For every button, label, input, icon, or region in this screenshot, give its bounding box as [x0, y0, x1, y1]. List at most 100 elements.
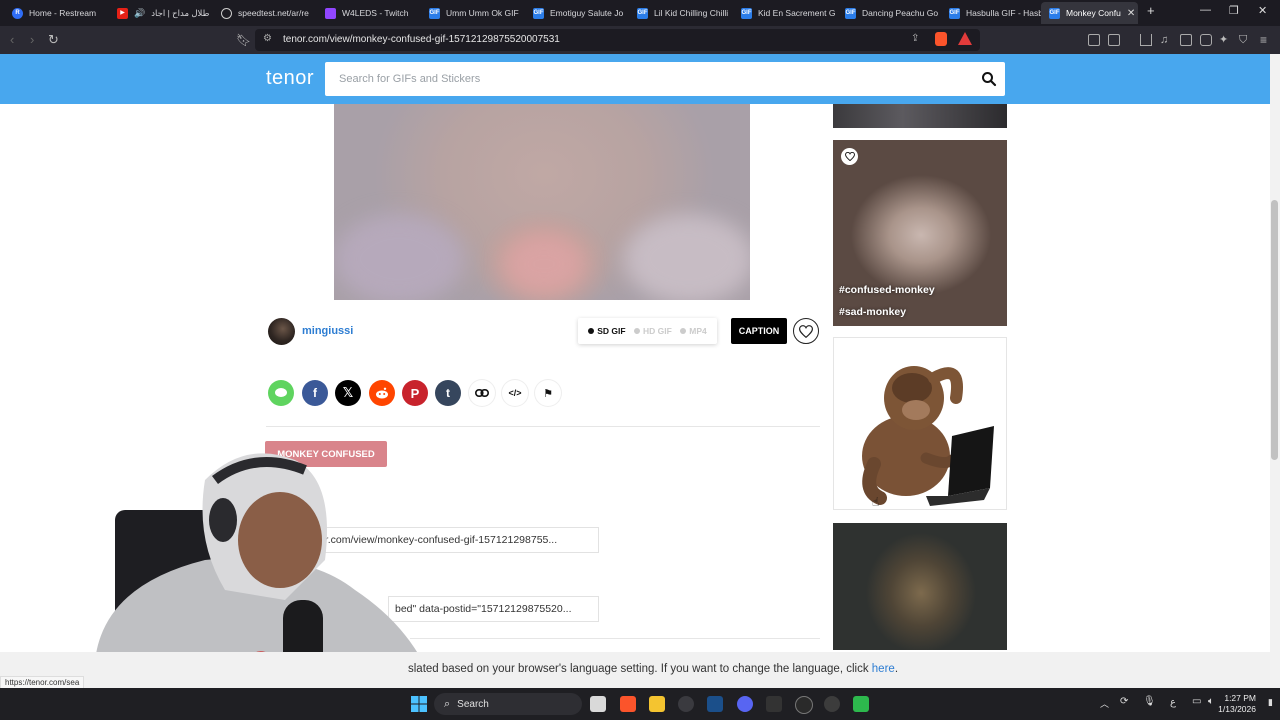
browser-nav-bar: ‹ › ↻ 🔖︎ ⚙︎ tenor.com/view/monkey-confus…	[0, 26, 1280, 54]
format-sd-gif[interactable]: SD GIF	[588, 326, 626, 336]
gif-blur-shape	[334, 214, 464, 300]
reddit-alien-shape	[376, 387, 388, 399]
related-gif[interactable]	[833, 523, 1007, 650]
downloads-icon[interactable]	[1140, 34, 1152, 46]
taskbar-search[interactable]: ⌕ Search	[434, 693, 582, 715]
network-icon[interactable]: ▭	[1192, 696, 1201, 707]
related-tag[interactable]: #confused-monkey	[839, 284, 935, 296]
embed-icon[interactable]: </>	[502, 380, 528, 406]
change-language-link[interactable]: here	[872, 663, 895, 675]
app-icon[interactable]	[824, 696, 840, 712]
page-scrollbar-thumb[interactable]	[1271, 200, 1278, 460]
forward-icon[interactable]: ›	[30, 32, 34, 48]
related-gif[interactable]: ☝︎	[833, 337, 1007, 510]
wallet-icon[interactable]	[1108, 34, 1120, 46]
speaker-icon[interactable]: 🔊	[134, 8, 145, 19]
tab-gif[interactable]: GIF Dancing Peachu Go	[837, 2, 941, 24]
app-icon[interactable]	[853, 696, 869, 712]
tab-title: Monkey Confu	[1066, 8, 1121, 18]
tab-twitch[interactable]: W4LEDS - Twitch	[317, 2, 421, 24]
tab-title: Hasbulla GIF - Hasb	[966, 8, 1041, 18]
tab-gif[interactable]: GIF Umm Umm Ok GIF	[421, 2, 525, 24]
gif-icon: GIF	[1049, 7, 1060, 19]
related-tag[interactable]: #sad-monkey	[839, 306, 906, 318]
address-bar[interactable]: ⚙︎ tenor.com/view/monkey-confused-gif-15…	[255, 29, 980, 51]
pinterest-icon[interactable]: P	[402, 380, 428, 406]
file-explorer-icon[interactable]	[649, 696, 665, 712]
tab-gif[interactable]: GIF Emotiguy Salute Jo	[525, 2, 629, 24]
close-tab-icon[interactable]: ✕	[1127, 8, 1135, 19]
author-name[interactable]: mingiussi	[302, 325, 353, 337]
wallet-panel-icon[interactable]	[1200, 34, 1212, 46]
tab-gif[interactable]: GIF Kid En Sacrement G	[733, 2, 837, 24]
tumblr-icon[interactable]: t	[435, 380, 461, 406]
bookmark-icon[interactable]: 🔖︎	[236, 32, 251, 48]
format-mp4[interactable]: MP4	[680, 326, 707, 336]
leo-ai-icon[interactable]: ✦	[1219, 32, 1228, 48]
media-icon[interactable]: ♫	[1160, 32, 1168, 48]
favorite-button[interactable]	[841, 148, 858, 165]
site-settings-icon[interactable]: ⚙︎	[263, 33, 272, 44]
search-icon[interactable]	[981, 71, 997, 87]
tab-title: W4LEDS - Twitch	[342, 8, 409, 18]
share-page-icon[interactable]: ⇪	[911, 33, 919, 44]
brave-shields-icon[interactable]	[935, 32, 947, 46]
caption-button[interactable]: CAPTION	[731, 318, 787, 344]
tenor-logo[interactable]: tenor	[266, 67, 314, 90]
brave-browser-icon[interactable]	[620, 696, 636, 712]
menu-icon[interactable]: ≡	[1260, 32, 1267, 48]
reload-icon[interactable]: ↻	[48, 32, 59, 48]
discord-icon[interactable]	[737, 696, 753, 712]
format-label: SD GIF	[597, 326, 626, 336]
tenor-header: tenor	[0, 54, 1270, 104]
browser-tab-bar: R Home - Restream ▶ 🔊 طلال مداح | اجاد s…	[0, 0, 1280, 26]
close-window-icon[interactable]: ✕	[1258, 4, 1267, 17]
author-avatar[interactable]	[268, 318, 295, 345]
windows-start-icon[interactable]	[411, 696, 427, 712]
vpn-icon[interactable]: ⛉	[1239, 32, 1247, 48]
x-icon[interactable]: 𝕏	[335, 380, 361, 406]
format-label: MP4	[689, 326, 707, 336]
format-hd-gif[interactable]: HD GIF	[634, 326, 672, 336]
sidebar-icon[interactable]	[1180, 34, 1192, 46]
unselected-dot-icon	[680, 328, 687, 334]
tab-restream[interactable]: R Home - Restream	[4, 2, 108, 24]
notification-icon[interactable]: ▮	[1268, 697, 1273, 708]
obs-icon[interactable]	[678, 696, 694, 712]
epic-games-icon[interactable]	[766, 696, 782, 712]
related-gif[interactable]	[833, 104, 1007, 128]
microphone-icon[interactable]: 🎙︎	[1143, 696, 1156, 707]
tab-youtube[interactable]: ▶ 🔊 طلال مداح | اجاد	[109, 2, 213, 24]
related-gif[interactable]: #confused-monkey #sad-monkey	[833, 140, 1007, 326]
link-icon[interactable]	[469, 380, 495, 406]
minimize-icon[interactable]: —	[1200, 4, 1211, 16]
reddit-icon[interactable]	[369, 380, 395, 406]
tab-speedtest[interactable]: speedtest.net/ar/re	[213, 2, 317, 24]
sync-icon[interactable]: ⟳	[1120, 696, 1128, 707]
tab-gif[interactable]: GIF Hasbulla GIF - Hasb	[941, 2, 1041, 24]
tab-title: طلال مداح | اجاد	[151, 7, 210, 18]
input-language[interactable]: ع	[1170, 697, 1176, 708]
message-icon[interactable]	[268, 380, 294, 406]
steam-icon[interactable]	[707, 696, 723, 712]
gif-blur-shape	[504, 234, 584, 294]
main-gif-image[interactable]	[334, 104, 750, 300]
task-view-icon[interactable]	[590, 696, 606, 712]
new-tab-icon[interactable]: +	[1147, 3, 1155, 18]
tab-title: Emotiguy Salute Jo	[550, 8, 624, 18]
flag-icon[interactable]: ⚑	[535, 380, 561, 406]
extensions-icon[interactable]	[1088, 34, 1100, 46]
tray-chevron-icon[interactable]: ︿	[1100, 697, 1109, 710]
system-clock[interactable]: 1:27 PM 1/13/2026	[1218, 693, 1256, 715]
app-icon[interactable]	[795, 696, 813, 714]
tab-gif[interactable]: GIF Lil Kid Chilling Chilli	[629, 2, 733, 24]
maximize-icon[interactable]: ❐	[1229, 4, 1239, 17]
gif-icon: GIF	[429, 7, 440, 19]
search-input[interactable]	[325, 62, 965, 96]
brave-rewards-icon[interactable]	[958, 32, 972, 45]
facebook-icon[interactable]: f	[302, 380, 328, 406]
favorite-button[interactable]	[793, 318, 819, 344]
volume-icon[interactable]: 🔈︎	[1208, 696, 1214, 707]
tab-active-monkey[interactable]: GIF Monkey Confu ✕	[1041, 2, 1138, 24]
back-icon[interactable]: ‹	[10, 32, 14, 48]
